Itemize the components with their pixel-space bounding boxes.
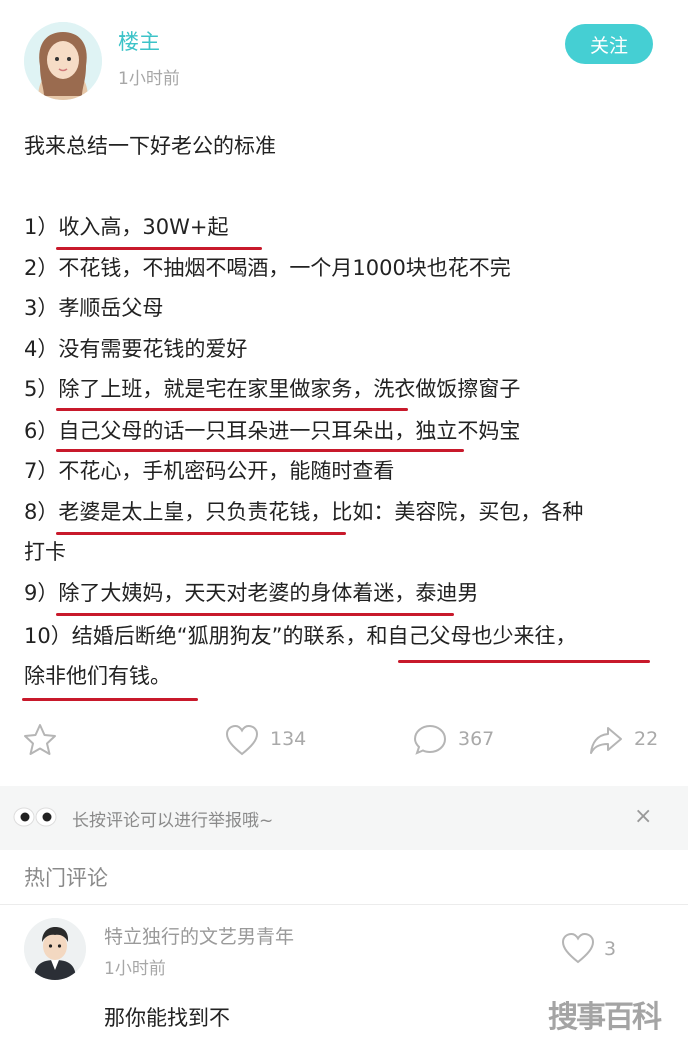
divider — [0, 904, 688, 905]
post-line-10-cont: 除非他们有钱。 — [24, 664, 171, 688]
post-line-8-cont: 打卡 — [24, 540, 66, 564]
post-line-8: 8）老婆是太上皇，只负责花钱，比如：美容院，买包，各种 — [24, 500, 584, 524]
post-line-1: 1）收入高，30W+起 — [24, 215, 229, 239]
heart-icon[interactable] — [560, 930, 596, 966]
red-underline — [398, 660, 650, 663]
comment-like-count: 3 — [604, 938, 617, 960]
post-line-title: 我来总结一下好老公的标准 — [24, 134, 276, 158]
report-notice-text: 长按评论可以进行举报哦~ — [72, 811, 274, 831]
hot-comments-title: 热门评论 — [24, 866, 108, 890]
post-line-2: 2）不花钱，不抽烟不喝酒，一个月1000块也花不完 — [24, 256, 511, 280]
author-avatar[interactable] — [24, 22, 102, 100]
post-line-10: 10）结婚后断绝“狐朋狗友”的联系，和自己父母也少来往， — [24, 624, 577, 648]
post-line-6: 6）自己父母的话一只耳朵进一只耳朵出，独立不妈宝 — [24, 419, 521, 443]
red-underline — [56, 247, 262, 250]
star-icon[interactable] — [22, 722, 58, 758]
comment-count: 367 — [458, 728, 495, 750]
red-underline — [56, 408, 408, 411]
follow-button[interactable]: 关注 — [565, 24, 653, 64]
post-line-5: 5）除了上班，就是宅在家里做家务，洗衣做饭擦窗子 — [24, 377, 521, 401]
comment-timestamp: 1小时前 — [104, 959, 166, 979]
commenter-avatar[interactable] — [24, 918, 86, 980]
heart-icon[interactable] — [224, 722, 260, 758]
red-underline — [22, 698, 198, 701]
post-timestamp: 1小时前 — [118, 69, 180, 89]
comment-text: 那你能找到不 — [104, 1006, 230, 1030]
post-line-3: 3）孝顺岳父母 — [24, 296, 164, 320]
red-underline — [56, 532, 346, 535]
eyes-icon — [12, 806, 58, 828]
commenter-name[interactable]: 特立独行的文艺男青年 — [104, 922, 294, 949]
red-underline — [56, 449, 464, 452]
red-underline — [56, 613, 454, 616]
close-icon[interactable]: × — [634, 804, 652, 829]
author-name[interactable]: 楼主 — [118, 26, 160, 56]
share-arrow-icon[interactable] — [588, 722, 624, 758]
post-line-7: 7）不花心，手机密码公开，能随时查看 — [24, 459, 395, 483]
share-count: 22 — [634, 728, 659, 750]
comment-bubble-icon[interactable] — [412, 722, 448, 758]
post-line-4: 4）没有需要花钱的爱好 — [24, 337, 248, 361]
like-count: 134 — [270, 728, 307, 750]
watermark: 搜事百科 — [548, 1000, 662, 1035]
post-line-9: 9）除了大姨妈，天天对老婆的身体着迷，泰迪男 — [24, 581, 479, 605]
